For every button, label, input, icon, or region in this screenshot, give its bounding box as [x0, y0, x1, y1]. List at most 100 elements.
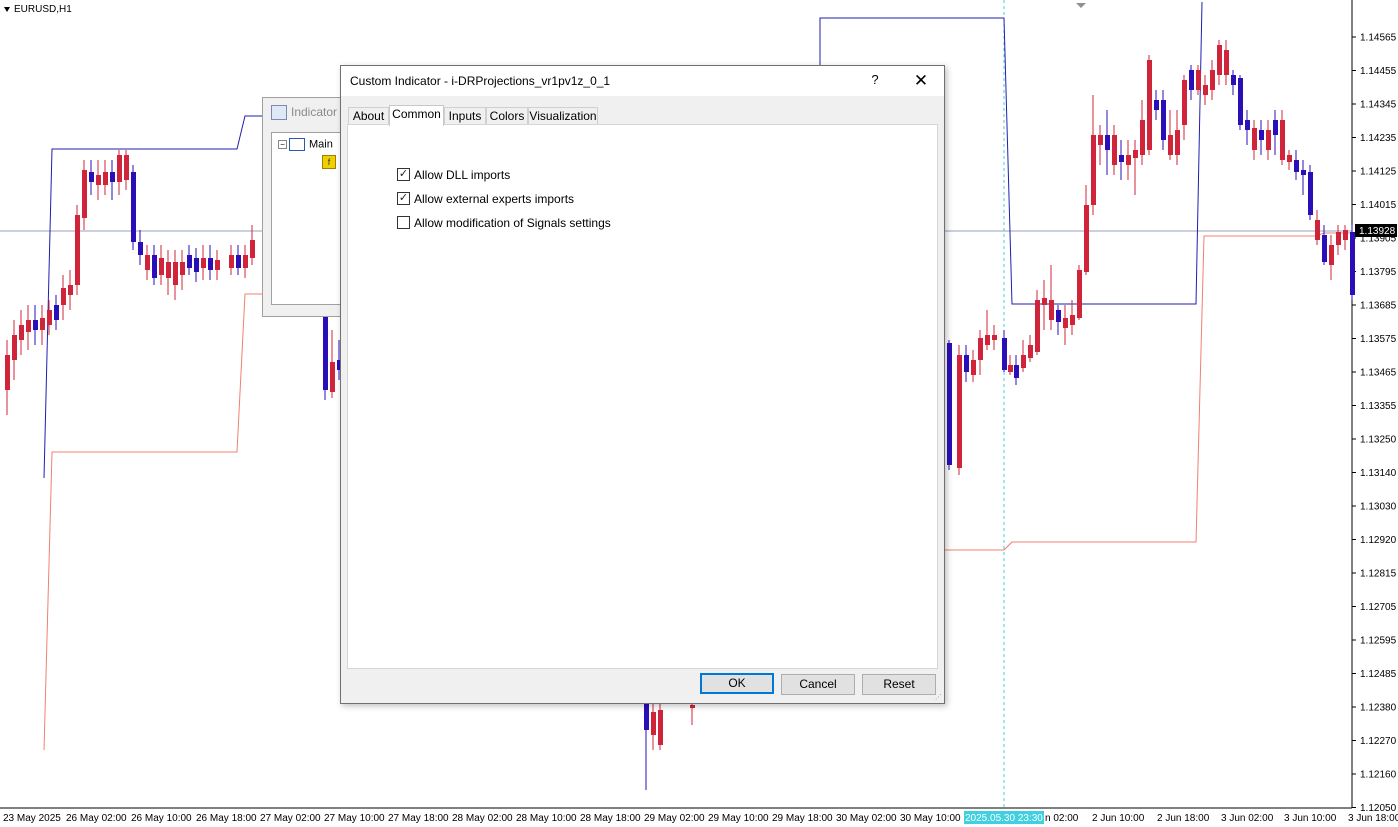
candle-body — [992, 335, 997, 340]
price-label: 1.13685 — [1360, 301, 1397, 312]
time-label: 23 May 2025 — [3, 813, 61, 824]
candle-body — [323, 315, 328, 390]
allow-external-experts-checkbox[interactable]: ✓ — [397, 192, 410, 206]
candle-body — [644, 700, 649, 730]
candle-body — [1308, 172, 1313, 215]
candle-body — [243, 255, 248, 268]
resize-grip-icon[interactable]: ⋰ — [935, 694, 943, 702]
tree-item-indicator[interactable]: f — [322, 155, 336, 169]
allow-external-experts-option[interactable]: ✓ Allow external experts imports — [397, 191, 574, 207]
candle-body — [19, 325, 24, 340]
candle-body — [658, 710, 663, 745]
shift-marker-icon — [1076, 3, 1086, 8]
candle-body — [75, 215, 80, 285]
price-label: 1.12815 — [1360, 569, 1397, 580]
chart-window-icon — [289, 138, 305, 151]
candle-body — [1070, 315, 1075, 325]
time-label: 29 May 02:00 — [644, 813, 705, 824]
candle-body — [1098, 135, 1103, 145]
price-label: 1.14455 — [1360, 66, 1397, 77]
price-label: 1.14015 — [1360, 200, 1397, 211]
candle-body — [1322, 235, 1327, 262]
allow-signals-modification-checkbox[interactable] — [397, 216, 410, 230]
tab-about[interactable]: About — [348, 107, 389, 125]
time-label: 27 May 10:00 — [324, 813, 385, 824]
candle-body — [194, 258, 199, 272]
allow-signals-modification-option[interactable]: Allow modification of Signals settings — [397, 215, 611, 231]
cursor-time-label: 2025.05.30 23:30 — [965, 813, 1043, 824]
tree-item-main[interactable]: − Main — [278, 138, 333, 151]
custom-indicator-icon: f — [322, 155, 336, 169]
tab-common[interactable]: Common — [389, 105, 444, 126]
candle-body — [330, 362, 335, 392]
price-label: 1.12485 — [1360, 669, 1397, 680]
candle-body — [173, 262, 178, 285]
candle-body — [971, 360, 976, 375]
candle-body — [1266, 130, 1271, 150]
help-button[interactable]: ? — [864, 72, 886, 90]
candle-body — [651, 712, 656, 735]
ok-button[interactable]: OK — [700, 673, 774, 694]
candle-body — [1014, 365, 1019, 378]
candle-body — [1008, 365, 1013, 372]
candle-body — [1063, 318, 1068, 328]
price-label: 1.13575 — [1360, 334, 1397, 345]
candle-body — [1084, 205, 1089, 272]
candle-body — [1154, 100, 1159, 110]
allow-dll-imports-checkbox[interactable]: ✓ — [397, 168, 410, 182]
candle-body — [964, 355, 969, 372]
current-price-label: 1.13928 — [1359, 226, 1396, 237]
indicators-window-icon — [271, 105, 287, 121]
indicators-window[interactable]: Indicator − Main f — [262, 97, 353, 317]
candle-body — [47, 310, 52, 325]
candle-body — [947, 343, 952, 465]
price-label: 1.12595 — [1360, 636, 1397, 647]
time-label: 30 May 02:00 — [836, 813, 897, 824]
candle-body — [1245, 120, 1250, 130]
candle-body — [1315, 220, 1320, 240]
dialog-titlebar[interactable]: Custom Indicator - i-DRProjections_vr1pv… — [341, 66, 944, 96]
candle-body — [1091, 135, 1096, 205]
candle-body — [180, 262, 185, 275]
dialog-title: Custom Indicator - i-DRProjections_vr1pv… — [350, 74, 611, 88]
candle-body — [5, 355, 10, 390]
time-label: 27 May 18:00 — [388, 813, 449, 824]
candle-body — [1280, 120, 1285, 160]
candle-body — [1126, 155, 1131, 165]
price-label: 1.13030 — [1360, 502, 1397, 513]
candle-body — [1133, 150, 1138, 158]
tab-visualization[interactable]: Visualization — [528, 107, 598, 125]
candle-body — [54, 305, 59, 320]
price-label: 1.12160 — [1360, 770, 1397, 781]
candle-body — [1203, 85, 1208, 95]
candle-body — [124, 155, 129, 180]
candle-body — [1105, 135, 1110, 150]
time-label: 3 Jun 10:00 — [1284, 813, 1337, 824]
price-label: 1.13355 — [1360, 401, 1397, 412]
price-label: 1.13795 — [1360, 267, 1397, 278]
candle-body — [1336, 232, 1341, 245]
custom-indicator-dialog[interactable]: Custom Indicator - i-DRProjections_vr1pv… — [340, 65, 945, 704]
candle-body — [1002, 338, 1007, 370]
chart-symbol-label: EURUSD,H1 — [4, 4, 72, 15]
reset-button[interactable]: Reset — [862, 674, 936, 695]
candle-body — [68, 285, 73, 295]
candle-body — [957, 355, 962, 468]
allow-dll-imports-option[interactable]: ✓ Allow DLL imports — [397, 167, 510, 183]
candle-body — [1259, 130, 1264, 140]
candle-body — [1049, 300, 1054, 320]
candle-body — [96, 175, 101, 185]
close-button[interactable]: ✕ — [909, 70, 933, 92]
time-label: 29 May 10:00 — [708, 813, 769, 824]
candle-body — [26, 320, 31, 332]
collapse-icon[interactable]: − — [278, 140, 287, 149]
tab-inputs[interactable]: Inputs — [444, 107, 486, 125]
price-label: 1.12705 — [1360, 602, 1397, 613]
cancel-button[interactable]: Cancel — [781, 674, 855, 695]
price-label: 1.12380 — [1360, 703, 1397, 714]
time-label: n 02:00 — [1045, 813, 1079, 824]
candle-body — [1231, 75, 1236, 85]
time-label: 3 Jun 02:00 — [1221, 813, 1274, 824]
tab-colors[interactable]: Colors — [486, 107, 528, 125]
dropdown-triangle-icon[interactable] — [4, 6, 10, 12]
